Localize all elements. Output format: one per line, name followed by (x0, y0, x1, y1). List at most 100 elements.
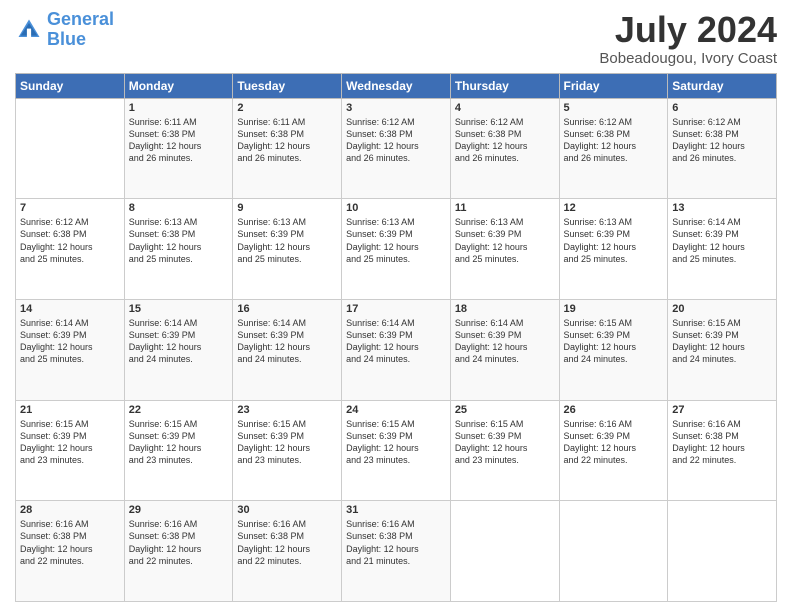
day-info: Sunrise: 6:15 AM Sunset: 6:39 PM Dayligh… (346, 418, 446, 467)
day-cell: 13 Sunrise: 6:14 AM Sunset: 6:39 PM Dayli… (668, 199, 777, 300)
day-number: 13 (672, 202, 772, 214)
col-wednesday: Wednesday (342, 73, 451, 98)
day-info: Sunrise: 6:14 AM Sunset: 6:39 PM Dayligh… (672, 216, 772, 265)
logo: General Blue (15, 10, 114, 50)
day-cell: 19 Sunrise: 6:15 AM Sunset: 6:39 PM Dayli… (559, 299, 668, 400)
day-number: 10 (346, 202, 446, 214)
day-cell: 17Sunrise: 6:14 AM Sunset: 6:39 PM Dayli… (342, 299, 451, 400)
col-saturday: Saturday (668, 73, 777, 98)
logo-general: General (47, 9, 114, 29)
day-info: Sunrise: 6:16 AM Sunset: 6:38 PM Dayligh… (20, 518, 120, 567)
day-cell: 14Sunrise: 6:14 AM Sunset: 6:39 PM Dayli… (16, 299, 125, 400)
day-number: 26 (564, 404, 664, 416)
day-info: Sunrise: 6:16 AM Sunset: 6:38 PM Dayligh… (346, 518, 446, 567)
day-cell: 27 Sunrise: 6:16 AM Sunset: 6:38 PM Dayli… (668, 400, 777, 501)
day-cell: 10 Sunrise: 6:13 AM Sunset: 6:39 PM Dayli… (342, 199, 451, 300)
day-number: 8 (129, 202, 229, 214)
week-row-5: 28 Sunrise: 6:16 AM Sunset: 6:38 PM Dayli… (16, 501, 777, 602)
day-cell: 2 Sunrise: 6:11 AM Sunset: 6:38 PM Daylig… (233, 98, 342, 199)
day-number: 11 (455, 202, 555, 214)
day-cell (668, 501, 777, 602)
day-number: 7 (20, 202, 120, 214)
header-row: Sunday Monday Tuesday Wednesday Thursday… (16, 73, 777, 98)
week-row-4: 21 Sunrise: 6:15 AM Sunset: 6:39 PM Dayli… (16, 400, 777, 501)
day-cell (559, 501, 668, 602)
day-cell: 15 Sunrise: 6:14 AM Sunset: 6:39 PM Dayli… (124, 299, 233, 400)
day-cell: 8 Sunrise: 6:13 AM Sunset: 6:38 PM Daylig… (124, 199, 233, 300)
day-info: Sunrise: 6:14 AM Sunset: 6:39 PM Dayligh… (455, 317, 555, 366)
day-info: Sunrise: 6:12 AM Sunset: 6:38 PM Dayligh… (672, 116, 772, 165)
day-info: Sunrise: 6:12 AM Sunset: 6:38 PM Dayligh… (346, 116, 446, 165)
location: Bobeadougou, Ivory Coast (599, 50, 777, 67)
col-sunday: Sunday (16, 73, 125, 98)
day-info: Sunrise: 6:11 AM Sunset: 6:38 PM Dayligh… (237, 116, 337, 165)
day-cell: 22 Sunrise: 6:15 AM Sunset: 6:39 PM Dayli… (124, 400, 233, 501)
day-info: Sunrise: 6:14 AM Sunset: 6:39 PM Dayligh… (20, 317, 120, 366)
day-number: 9 (237, 202, 337, 214)
day-number: 4 (455, 102, 555, 114)
week-row-3: 14Sunrise: 6:14 AM Sunset: 6:39 PM Dayli… (16, 299, 777, 400)
day-info: Sunrise: 6:15 AM Sunset: 6:39 PM Dayligh… (237, 418, 337, 467)
day-cell: 6Sunrise: 6:12 AM Sunset: 6:38 PM Daylig… (668, 98, 777, 199)
day-cell: 3 Sunrise: 6:12 AM Sunset: 6:38 PM Daylig… (342, 98, 451, 199)
logo-icon (15, 16, 43, 44)
day-number: 31 (346, 504, 446, 516)
day-number: 2 (237, 102, 337, 114)
day-info: Sunrise: 6:15 AM Sunset: 6:39 PM Dayligh… (129, 418, 229, 467)
day-number: 20 (672, 303, 772, 315)
day-number: 30 (237, 504, 337, 516)
day-cell: 23 Sunrise: 6:15 AM Sunset: 6:39 PM Dayli… (233, 400, 342, 501)
col-thursday: Thursday (450, 73, 559, 98)
day-cell: 29 Sunrise: 6:16 AM Sunset: 6:38 PM Dayli… (124, 501, 233, 602)
day-cell: 21 Sunrise: 6:15 AM Sunset: 6:39 PM Dayli… (16, 400, 125, 501)
day-cell: 25Sunrise: 6:15 AM Sunset: 6:39 PM Dayli… (450, 400, 559, 501)
calendar-table: Sunday Monday Tuesday Wednesday Thursday… (15, 73, 777, 602)
day-info: Sunrise: 6:16 AM Sunset: 6:38 PM Dayligh… (129, 518, 229, 567)
day-info: Sunrise: 6:13 AM Sunset: 6:39 PM Dayligh… (237, 216, 337, 265)
day-number: 12 (564, 202, 664, 214)
day-cell: 4 Sunrise: 6:12 AM Sunset: 6:38 PM Daylig… (450, 98, 559, 199)
day-info: Sunrise: 6:15 AM Sunset: 6:39 PM Dayligh… (672, 317, 772, 366)
day-info: Sunrise: 6:15 AM Sunset: 6:39 PM Dayligh… (20, 418, 120, 467)
day-info: Sunrise: 6:14 AM Sunset: 6:39 PM Dayligh… (346, 317, 446, 366)
day-number: 24 (346, 404, 446, 416)
day-info: Sunrise: 6:13 AM Sunset: 6:38 PM Dayligh… (129, 216, 229, 265)
day-number: 3 (346, 102, 446, 114)
day-number: 15 (129, 303, 229, 315)
day-info: Sunrise: 6:12 AM Sunset: 6:38 PM Dayligh… (564, 116, 664, 165)
day-info: Sunrise: 6:13 AM Sunset: 6:39 PM Dayligh… (346, 216, 446, 265)
day-info: Sunrise: 6:15 AM Sunset: 6:39 PM Dayligh… (455, 418, 555, 467)
day-cell: 7Sunrise: 6:12 AM Sunset: 6:38 PM Daylig… (16, 199, 125, 300)
col-tuesday: Tuesday (233, 73, 342, 98)
day-info: Sunrise: 6:16 AM Sunset: 6:38 PM Dayligh… (237, 518, 337, 567)
day-number: 23 (237, 404, 337, 416)
day-cell: 31 Sunrise: 6:16 AM Sunset: 6:38 PM Dayli… (342, 501, 451, 602)
day-cell: 5Sunrise: 6:12 AM Sunset: 6:38 PM Daylig… (559, 98, 668, 199)
day-info: Sunrise: 6:13 AM Sunset: 6:39 PM Dayligh… (455, 216, 555, 265)
day-cell: 18Sunrise: 6:14 AM Sunset: 6:39 PM Dayli… (450, 299, 559, 400)
day-number: 21 (20, 404, 120, 416)
day-cell: 24 Sunrise: 6:15 AM Sunset: 6:39 PM Dayli… (342, 400, 451, 501)
day-cell: 20 Sunrise: 6:15 AM Sunset: 6:39 PM Dayli… (668, 299, 777, 400)
logo-text: General Blue (47, 10, 114, 50)
day-number: 19 (564, 303, 664, 315)
day-number: 27 (672, 404, 772, 416)
day-info: Sunrise: 6:16 AM Sunset: 6:39 PM Dayligh… (564, 418, 664, 467)
day-cell: 1Sunrise: 6:11 AM Sunset: 6:38 PM Daylig… (124, 98, 233, 199)
day-info: Sunrise: 6:15 AM Sunset: 6:39 PM Dayligh… (564, 317, 664, 366)
day-number: 29 (129, 504, 229, 516)
day-info: Sunrise: 6:16 AM Sunset: 6:38 PM Dayligh… (672, 418, 772, 467)
day-number: 16 (237, 303, 337, 315)
day-number: 28 (20, 504, 120, 516)
day-info: Sunrise: 6:11 AM Sunset: 6:38 PM Dayligh… (129, 116, 229, 165)
day-info: Sunrise: 6:14 AM Sunset: 6:39 PM Dayligh… (129, 317, 229, 366)
day-cell (16, 98, 125, 199)
day-cell: 28 Sunrise: 6:16 AM Sunset: 6:38 PM Dayli… (16, 501, 125, 602)
day-number: 22 (129, 404, 229, 416)
title-block: July 2024 Bobeadougou, Ivory Coast (599, 10, 777, 67)
day-info: Sunrise: 6:12 AM Sunset: 6:38 PM Dayligh… (455, 116, 555, 165)
day-info: Sunrise: 6:13 AM Sunset: 6:39 PM Dayligh… (564, 216, 664, 265)
day-cell (450, 501, 559, 602)
day-cell: 26 Sunrise: 6:16 AM Sunset: 6:39 PM Dayli… (559, 400, 668, 501)
page: General Blue July 2024 Bobeadougou, Ivor… (0, 0, 792, 612)
